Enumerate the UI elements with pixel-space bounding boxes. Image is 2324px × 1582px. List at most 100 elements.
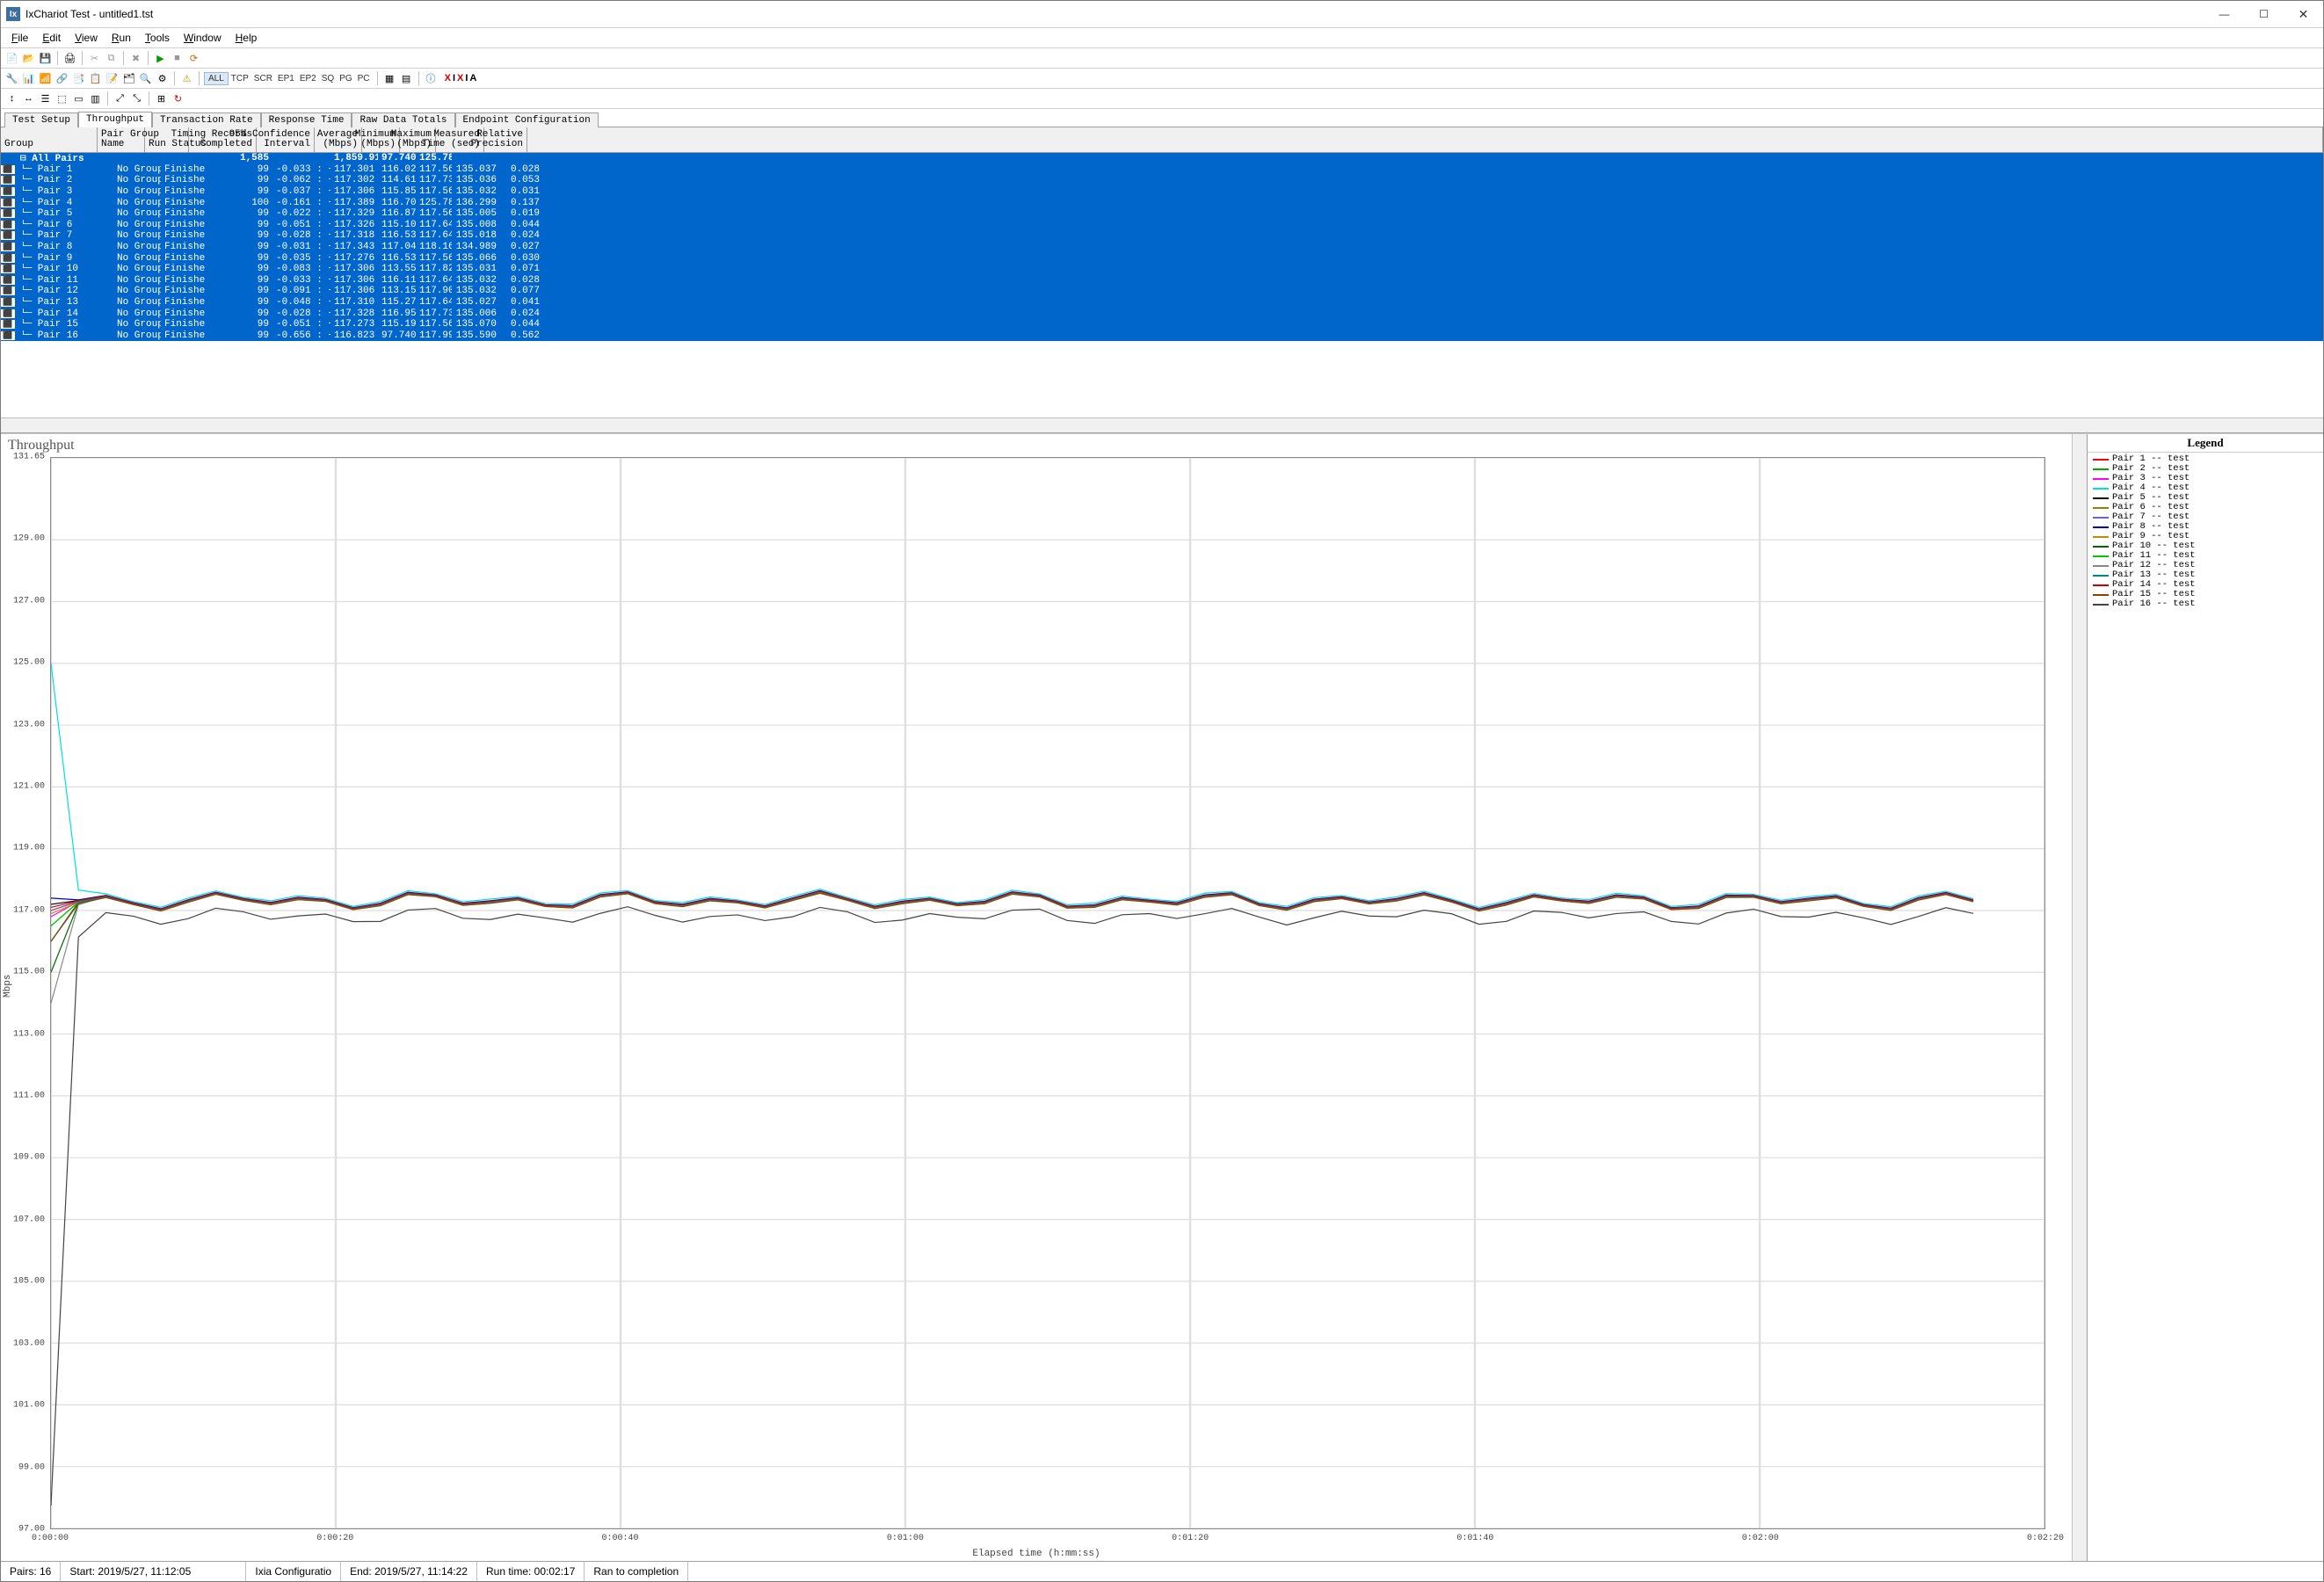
export-html-icon[interactable]: ▤ — [399, 71, 414, 86]
tab-test-setup[interactable]: Test Setup — [4, 112, 78, 127]
row-icon: ⬛ — [1, 221, 15, 229]
tab-transaction-rate[interactable]: Transaction Rate — [152, 112, 261, 127]
table-row[interactable]: ⬛└─ Pair 6No GroupFinished99-0.051 : +0.… — [1, 220, 2323, 231]
view-2-icon[interactable]: ↔ — [21, 91, 36, 106]
zoom-in-icon[interactable]: ⤢ — [113, 91, 127, 106]
zoom-out-icon[interactable]: ⤡ — [129, 91, 144, 106]
ytick: 123.00 — [1, 720, 45, 729]
grid-scroll[interactable]: ⊟ All Pairs1,5851,859.91997.740125.786⬛└… — [1, 153, 2323, 417]
table-row[interactable]: ⬛└─ Pair 1No GroupFinished99-0.033 : +0.… — [1, 164, 2323, 176]
xtick: 0:02:20 — [2027, 1534, 2064, 1543]
ytick: 121.00 — [1, 781, 45, 791]
export-csv-icon[interactable]: ▦ — [382, 71, 397, 86]
legend-swatch — [2093, 478, 2109, 480]
tool-1-icon[interactable]: 🔧 — [4, 71, 19, 86]
tool-2-icon[interactable]: 📊 — [21, 71, 36, 86]
chart-pane: Throughput Mbps Elapsed time (h:mm:ss) 9… — [1, 434, 2072, 1561]
view-6-icon[interactable]: ▥ — [88, 91, 103, 106]
copy-icon[interactable]: ⧉ — [104, 51, 119, 66]
filter-scr[interactable]: SCR — [251, 74, 275, 83]
filter-ep1[interactable]: EP1 — [275, 74, 297, 83]
table-row[interactable]: ⬛└─ Pair 7No GroupFinished99-0.028 : +0.… — [1, 230, 2323, 242]
refresh-icon[interactable]: ↻ — [171, 91, 185, 106]
status-bar: Pairs: 16 Start: 2019/5/27, 11:12:05 Ixi… — [1, 1561, 2323, 1581]
table-row[interactable]: ⬛└─ Pair 16No GroupFinished99-0.656 : +0… — [1, 330, 2323, 342]
legend-title: Legend — [2088, 434, 2323, 453]
menu-help[interactable]: Help — [229, 30, 265, 46]
tab-throughput[interactable]: Throughput — [78, 112, 152, 127]
layout-icon[interactable]: ⊞ — [154, 91, 169, 106]
filter-pg[interactable]: PG — [337, 74, 354, 83]
tool-6-icon[interactable]: 📋 — [88, 71, 103, 86]
chart-vscroll[interactable] — [2072, 434, 2087, 1561]
info-icon[interactable]: ⓘ — [424, 71, 439, 86]
save-icon[interactable]: 💾 — [38, 51, 53, 66]
tool-3-icon[interactable]: 📶 — [38, 71, 53, 86]
tool-4-icon[interactable]: 🔗 — [54, 71, 69, 86]
tool-5-icon[interactable]: 📑 — [71, 71, 86, 86]
tab-response-time[interactable]: Response Time — [261, 112, 352, 127]
open-icon[interactable]: 📂 — [21, 51, 36, 66]
col-relative[interactable]: Relative Precision — [484, 127, 527, 152]
view-5-icon[interactable]: ▭ — [71, 91, 86, 106]
table-row[interactable]: ⬛└─ Pair 10No GroupFinished99-0.083 : +0… — [1, 264, 2323, 275]
tool-7-icon[interactable]: 📝 — [105, 71, 120, 86]
table-row[interactable]: ⬛└─ Pair 13No GroupFinished99-0.048 : +0… — [1, 297, 2323, 308]
horizontal-scrollbar[interactable] — [1, 417, 2323, 432]
menu-file[interactable]: File — [4, 30, 35, 46]
row-icon: ⬛ — [1, 287, 15, 295]
menu-window[interactable]: Window — [177, 30, 229, 46]
filter-pc[interactable]: PC — [355, 74, 373, 83]
new-icon[interactable]: 📄 — [4, 51, 19, 66]
status-start: Start: 2019/5/27, 11:12:05 — [61, 1562, 246, 1581]
table-row[interactable]: ⬛└─ Pair 14No GroupFinished99-0.028 : +0… — [1, 308, 2323, 319]
chart-plot[interactable] — [50, 457, 2045, 1529]
filter-sq[interactable]: SQ — [319, 74, 337, 83]
tool-8-icon[interactable]: 🗂 — [121, 71, 136, 86]
table-row[interactable]: ⬛└─ Pair 11No GroupFinished99-0.033 : +0… — [1, 275, 2323, 287]
tab-raw-data-totals[interactable]: Raw Data Totals — [352, 112, 454, 127]
view-1-icon[interactable]: ↕ — [4, 91, 19, 106]
print-icon[interactable]: 🖨 — [62, 51, 77, 66]
run-icon[interactable]: ▶ — [153, 51, 168, 66]
filter-ep2[interactable]: EP2 — [297, 74, 319, 83]
poll-icon[interactable]: ⟳ — [186, 51, 201, 66]
tool-9-icon[interactable]: 🔍 — [138, 71, 153, 86]
view-3-icon[interactable]: ☰ — [38, 91, 53, 106]
legend-swatch — [2093, 468, 2109, 470]
cut-icon[interactable]: ✂ — [87, 51, 102, 66]
warn-icon[interactable]: ⚠ — [179, 71, 194, 86]
col-group[interactable]: Group — [1, 127, 98, 152]
table-row[interactable]: ⬛└─ Pair 3No GroupFinished99-0.037 : +0.… — [1, 186, 2323, 198]
menu-tools[interactable]: Tools — [138, 30, 177, 46]
stop-icon[interactable]: ■ — [170, 51, 185, 66]
table-row[interactable]: ⬛└─ Pair 15No GroupFinished99-0.051 : +0… — [1, 319, 2323, 330]
xtick: 0:00:00 — [32, 1534, 69, 1543]
view-4-icon[interactable]: ⬚ — [54, 91, 69, 106]
ytick: 117.00 — [1, 905, 45, 915]
menu-view[interactable]: View — [68, 30, 105, 46]
table-row[interactable]: ⬛└─ Pair 9No GroupFinished99-0.035 : +0.… — [1, 252, 2323, 264]
menu-edit[interactable]: Edit — [35, 30, 68, 46]
menu-run[interactable]: Run — [105, 30, 138, 46]
table-row[interactable]: ⬛└─ Pair 12No GroupFinished99-0.091 : +0… — [1, 286, 2323, 297]
tab-endpoint-configuration[interactable]: Endpoint Configuration — [455, 112, 599, 127]
ytick: 99.00 — [1, 1462, 45, 1472]
table-row[interactable]: ⊟ All Pairs1,5851,859.91997.740125.786 — [1, 153, 2323, 164]
col-95-confidence[interactable]: 95% Confidence Interval — [257, 127, 315, 152]
delete-icon[interactable]: ✖ — [128, 51, 143, 66]
status-result: Ran to completion — [585, 1562, 688, 1581]
row-icon: ⬛ — [1, 331, 15, 340]
tool-10-icon[interactable]: ⚙ — [155, 71, 170, 86]
table-row[interactable]: ⬛└─ Pair 8No GroupFinished99-0.031 : +0.… — [1, 242, 2323, 253]
filter-tcp[interactable]: TCP — [229, 74, 251, 83]
filter-all[interactable]: ALL — [204, 72, 229, 85]
table-row[interactable]: ⬛└─ Pair 5No GroupFinished99-0.022 : +0.… — [1, 208, 2323, 220]
maximize-button[interactable]: ☐ — [2244, 2, 2284, 27]
table-row[interactable]: ⬛└─ Pair 2No GroupFinished99-0.062 : +0.… — [1, 175, 2323, 186]
table-row[interactable]: ⬛└─ Pair 4No GroupFinished100-0.161 : +0… — [1, 197, 2323, 208]
col-pair-group[interactable]: Pair Group Name — [98, 127, 145, 152]
close-button[interactable]: ✕ — [2284, 2, 2323, 27]
minimize-button[interactable]: — — [2204, 2, 2244, 27]
legend-item[interactable]: Pair 16 -- test — [2093, 599, 2318, 609]
